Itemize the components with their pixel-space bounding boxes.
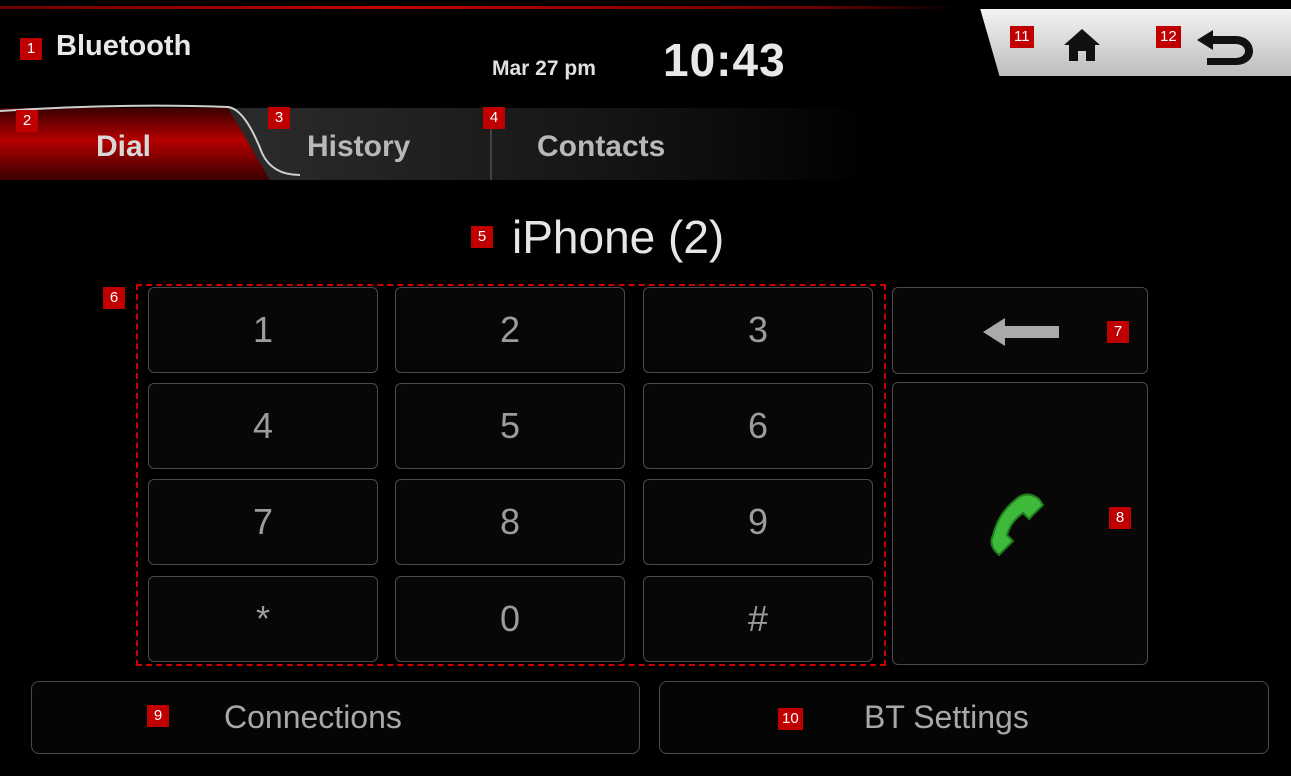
key-star[interactable]: * [148,576,378,662]
tab-contacts[interactable]: Contacts [490,108,792,180]
key-2[interactable]: 2 [395,287,625,373]
key-hash[interactable]: # [643,576,873,662]
badge-6: 6 [103,287,125,309]
badge-2: 2 [16,110,38,132]
app-title: Bluetooth [56,30,192,62]
key-7[interactable]: 7 [148,479,378,565]
key-6[interactable]: 6 [643,383,873,469]
tab-label: Contacts [537,130,666,163]
key-9[interactable]: 9 [643,479,873,565]
badge-1: 1 [20,38,42,60]
key-3[interactable]: 3 [643,287,873,373]
key-0[interactable]: 0 [395,576,625,662]
clock-time: 10:43 [663,34,786,86]
badge-5: 5 [471,226,493,248]
connections-button[interactable]: Connections [31,681,640,754]
back-arrow-icon [1197,30,1253,65]
badge-9: 9 [147,705,169,727]
badge-3: 3 [268,107,290,129]
phone-call-icon [990,493,1045,557]
badge-12: 12 [1156,26,1181,48]
badge-10: 10 [778,708,803,730]
key-1[interactable]: 1 [148,287,378,373]
tab-label: History [307,130,411,163]
top-accent-line [0,6,960,9]
badge-4: 4 [483,107,505,129]
device-name: iPhone (2) [512,211,725,263]
badge-8: 8 [1109,507,1131,529]
badge-11: 11 [1010,26,1034,48]
key-8[interactable]: 8 [395,479,625,565]
bt-settings-label: BT Settings [864,699,1029,735]
date-label: Mar 27 pm [492,57,596,80]
key-4[interactable]: 4 [148,383,378,469]
home-icon [1064,29,1100,61]
backspace-arrow-icon [983,318,1059,346]
bt-settings-button[interactable]: BT Settings [659,681,1269,754]
connections-label: Connections [224,699,402,735]
key-5[interactable]: 5 [395,383,625,469]
badge-7: 7 [1107,321,1129,343]
